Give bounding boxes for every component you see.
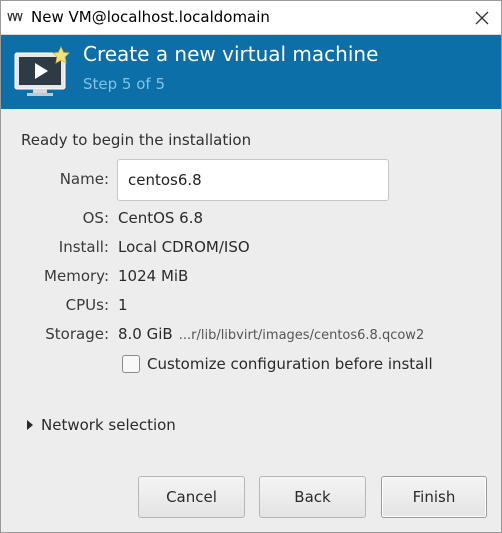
- install-value: Local CDROM/ISO: [118, 238, 250, 256]
- wizard-step: Step 5 of 5: [83, 75, 166, 93]
- close-icon: [475, 11, 489, 24]
- back-button[interactable]: Back: [259, 476, 366, 518]
- storage-info: 8.0 GiB ...r/lib/libvirt/images/centos6.8…: [118, 325, 424, 343]
- virt-manager-icon: [7, 12, 25, 22]
- monitor-play-icon: [14, 46, 70, 96]
- finish-button[interactable]: Finish: [381, 476, 487, 518]
- storage-value: 8.0 GiB: [118, 325, 173, 343]
- wizard-header: Create a new virtual machine Step 5 of 5: [1, 35, 501, 109]
- cpus-value: 1: [118, 296, 128, 314]
- network-selection-label[interactable]: Network selection: [41, 416, 176, 434]
- name-field[interactable]: [117, 159, 389, 201]
- os-value: CentOS 6.8: [118, 209, 204, 227]
- customize-config-label[interactable]: Customize configuration before install: [147, 355, 433, 373]
- name-label: Name:: [59, 170, 109, 188]
- install-label: Install:: [58, 238, 109, 256]
- close-button[interactable]: [463, 1, 501, 34]
- customize-config-checkbox[interactable]: Customize configuration before install: [122, 355, 433, 373]
- memory-label: Memory:: [44, 267, 109, 285]
- os-label: OS:: [82, 209, 109, 227]
- cancel-button[interactable]: Cancel: [138, 476, 245, 518]
- cpus-label: CPUs:: [65, 296, 109, 314]
- memory-value: 1024 MiB: [118, 267, 189, 285]
- network-selection-expander[interactable]: Network selection: [27, 416, 176, 434]
- ready-text: Ready to begin the installation: [21, 131, 252, 149]
- checkbox-box[interactable]: [122, 355, 140, 373]
- summary-panel: Ready to begin the installation Name: OS…: [1, 109, 501, 533]
- window-title: New VM@localhost.localdomain: [31, 8, 270, 26]
- storage-path: ...r/lib/libvirt/images/centos6.8.qcow2: [178, 328, 425, 343]
- triangle-right-icon: [27, 420, 33, 430]
- title-bar: New VM@localhost.localdomain: [1, 1, 501, 35]
- new-vm-window: New VM@localhost.localdomain Create a ne…: [0, 0, 502, 533]
- storage-label: Storage:: [45, 325, 109, 343]
- wizard-heading: Create a new virtual machine: [83, 42, 379, 66]
